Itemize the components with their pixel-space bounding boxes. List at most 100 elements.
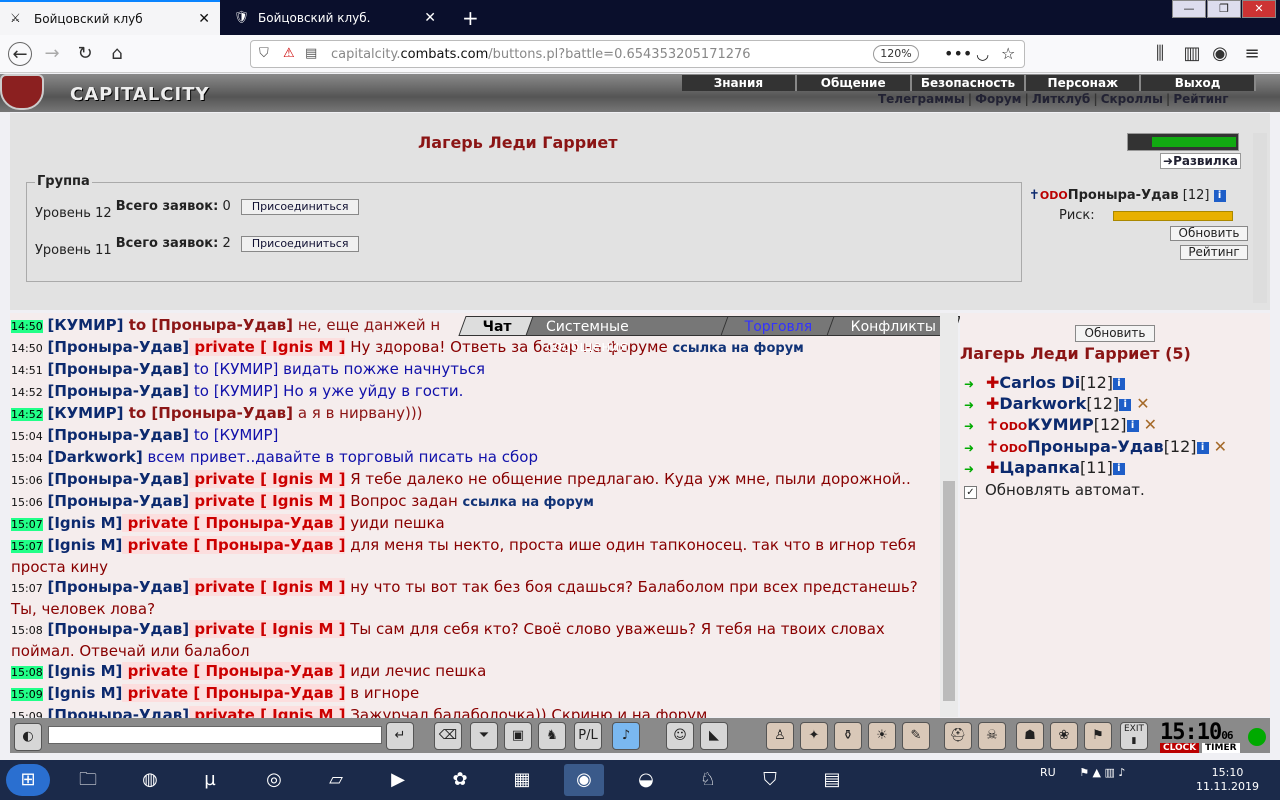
sender-nick[interactable]: [Ignis M] [47,684,122,702]
scroll-icon[interactable]: ✎ [902,722,930,750]
timer-button[interactable]: TIMER [1202,743,1240,753]
browser-tab-2[interactable]: 🛡 Бойцовский клуб. ✕ [224,0,446,35]
explorer-icon[interactable]: 🗀 [68,764,108,796]
smile-icon[interactable]: ☺ [666,722,694,750]
private-target[interactable]: private [ Проныра-Удав ] [122,684,346,702]
media-player-icon[interactable]: ▶ [378,764,418,796]
tab-chat[interactable]: Чат [458,316,537,336]
more-icon[interactable]: ••• [944,44,972,63]
calculator-icon[interactable]: ▦ [502,764,542,796]
sender-nick[interactable]: [Проныра-Удав] [47,492,189,510]
message-time[interactable]: 14:52 [11,408,43,421]
refresh-members-button[interactable]: Обновить [1075,325,1155,342]
sender-nick[interactable]: [Проныра-Удав] [47,360,189,378]
back-icon[interactable]: ← [8,42,32,66]
message-time[interactable]: 15:07 [11,582,43,595]
minimize-button[interactable]: — [1172,0,1206,18]
invite-arrow-icon[interactable]: ➜ [964,419,986,433]
send-icon[interactable]: ↵ [386,722,414,750]
refresh-button[interactable]: Обновить [1170,226,1248,241]
private-target[interactable]: private [ Ignis M ] [189,620,346,638]
utorrent-icon[interactable]: µ [190,764,230,796]
tab-trade[interactable]: Торговля [720,316,838,336]
translit-icon[interactable]: Р/L [574,722,602,750]
message-time[interactable]: 15:07 [11,518,43,531]
filter-icon[interactable]: ⏷ [470,722,498,750]
insecure-lock-icon[interactable]: ⚠ [283,46,295,61]
auto-refresh-row[interactable]: ✓ Обновлять автомат. [964,481,1145,499]
private-target[interactable]: private [ Проныра-Удав ] [122,514,346,532]
to-target[interactable]: to [Проныра-Удав] [124,316,293,334]
info-icon[interactable]: i [1213,189,1226,202]
message-time[interactable]: 15:04 [11,430,43,443]
chrome-icon[interactable]: ◍ [130,764,170,796]
sender-nick[interactable]: [Проныра-Удав] [47,470,189,488]
member-name[interactable]: Carlos Di [999,373,1080,392]
menu-knowledge[interactable]: Знания [682,75,797,91]
auto-refresh-checkbox[interactable]: ✓ [964,486,977,499]
invite-arrow-icon[interactable]: ➜ [964,377,986,391]
message-time[interactable]: 15:06 [11,496,43,509]
home-icon[interactable]: ⌂ [105,42,129,66]
helmet-icon[interactable]: ⛑ [944,722,972,750]
sender-nick[interactable]: [КУМИР] [47,404,123,422]
potion-icon[interactable]: ♙ [766,722,794,750]
join-button[interactable]: Присоединиться [240,199,360,215]
eraser-icon[interactable]: ⌫ [434,722,462,750]
disk-icon[interactable]: ◒ [626,764,666,796]
sender-nick[interactable]: [Ignis M] [47,514,122,532]
new-tab-button[interactable]: + [452,0,482,35]
submenu-litclub[interactable]: Литклуб [1032,92,1090,106]
paint-icon[interactable]: ✿ [440,764,480,796]
tab-system-messages[interactable]: Системные сообщения [525,316,732,355]
invite-arrow-icon[interactable]: ➜ [964,462,986,476]
menu-character[interactable]: Персонаж [1026,75,1142,91]
message-time[interactable]: 15:08 [11,624,43,637]
member-name[interactable]: КУМИР [1027,415,1093,434]
pocket-icon[interactable]: ◡ [976,45,989,63]
sender-nick[interactable]: [Ignis M] [47,662,122,680]
sound-icon[interactable]: ♪ [612,722,640,750]
save-icon[interactable]: ▣ [504,722,532,750]
sender-nick[interactable]: [Проныра-Удав] [47,578,189,596]
url-text[interactable]: capitalcity.combats.com/buttons.pl?battl… [331,47,751,62]
message-time[interactable]: 15:07 [11,540,43,553]
forward-icon[interactable]: → [40,42,64,66]
crossed-swords-icon[interactable]: ✕ [1214,437,1227,456]
sender-nick[interactable]: [Проныра-Удав] [47,382,189,400]
sender-nick[interactable]: [Ignis M] [47,536,122,554]
sender-nick[interactable]: [Проныра-Удав] [47,620,189,638]
chat-input[interactable] [48,726,382,744]
mask-icon[interactable]: ◣ [700,722,728,750]
info-icon[interactable]: i [1126,419,1139,432]
notepad-icon[interactable]: ▱ [316,764,356,796]
to-target[interactable]: to [Проныра-Удав] [124,404,293,422]
invite-arrow-icon[interactable]: ➜ [964,441,986,455]
member-name[interactable]: Darkwork [999,394,1086,413]
start-icon[interactable]: ⊞ [6,764,50,796]
bag-icon[interactable]: ⚱ [834,722,862,750]
game-client-icon[interactable]: ⛉ [750,764,790,796]
message-time[interactable]: 15:06 [11,474,43,487]
sender-nick[interactable]: [Проныра-Удав] [47,338,189,356]
message-time[interactable]: 15:09 [11,688,43,701]
close-icon[interactable]: ✕ [198,11,210,27]
browser-tab-1[interactable]: ⚔ Бойцовский клуб ✕ [0,0,220,35]
menu-security[interactable]: Безопасность [912,75,1027,91]
zoom-indicator[interactable]: 120% [873,45,919,63]
menu-exit[interactable]: Выход [1141,75,1256,91]
walk-icon[interactable]: ♞ [538,722,566,750]
flag-icon[interactable]: ⚑ [1084,722,1112,750]
info-icon[interactable]: i [1119,398,1132,411]
sidebar-icon[interactable]: ▥ [1180,42,1204,66]
private-target[interactable]: private [ Проныра-Удав ] [122,662,346,680]
crossed-swords-icon[interactable]: ✕ [1136,394,1149,413]
crossed-swords-icon[interactable]: ✕ [1144,415,1157,434]
skull-icon[interactable]: ☠ [978,722,1006,750]
message-time[interactable]: 15:04 [11,452,43,465]
message-time[interactable]: 14:51 [11,364,43,377]
forum-link[interactable]: ссылка на форум [463,495,594,510]
message-time[interactable]: 15:08 [11,666,43,679]
library-icon[interactable]: ⫼ [1148,42,1172,66]
info-scrollbar[interactable] [1253,133,1267,303]
